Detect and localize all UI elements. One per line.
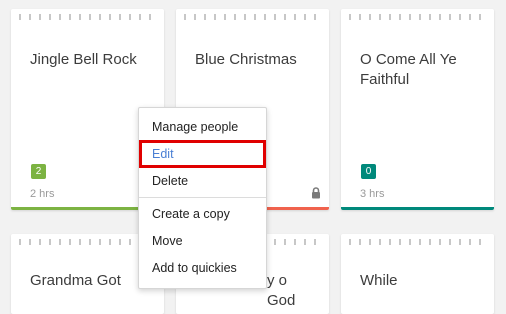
menu-item-create-a-copy[interactable]: Create a copy (139, 202, 266, 226)
card-perforation (349, 14, 486, 20)
card-while[interactable]: While (341, 234, 494, 314)
card-perforation (349, 239, 486, 245)
card-title: Jingle Bell Rock (30, 51, 137, 68)
card-perforation (184, 14, 321, 20)
card-perforation (19, 239, 156, 245)
menu-item-add-to-quickies[interactable]: Add to quickies (139, 256, 266, 280)
menu-item-edit[interactable]: Edit (139, 140, 266, 168)
card-title: Blue Christmas (195, 51, 297, 68)
menu-item-manage-people[interactable]: Manage people (139, 115, 266, 139)
lock-icon (312, 187, 320, 199)
card-time: 2 hrs (30, 188, 55, 200)
card-o-come-all-ye-faithful[interactable]: O Come All Ye Faithful 0 3 hrs (341, 9, 494, 210)
menu-item-delete[interactable]: Delete (139, 169, 266, 193)
card-color-bar (341, 207, 494, 210)
card-title: Grandma Got (30, 272, 121, 289)
card-title: While (360, 272, 398, 289)
card-time: 3 hrs (360, 188, 385, 200)
context-menu: Manage people Edit Delete Create a copy … (138, 107, 267, 289)
card-perforation (19, 14, 156, 20)
card-title: O Come All Ye Faithful (360, 51, 457, 88)
menu-item-move[interactable]: Move (139, 229, 266, 253)
menu-divider (139, 197, 266, 198)
count-badge: 0 (361, 164, 376, 179)
count-badge: 2 (31, 164, 46, 179)
card-title: y o God (267, 272, 296, 309)
